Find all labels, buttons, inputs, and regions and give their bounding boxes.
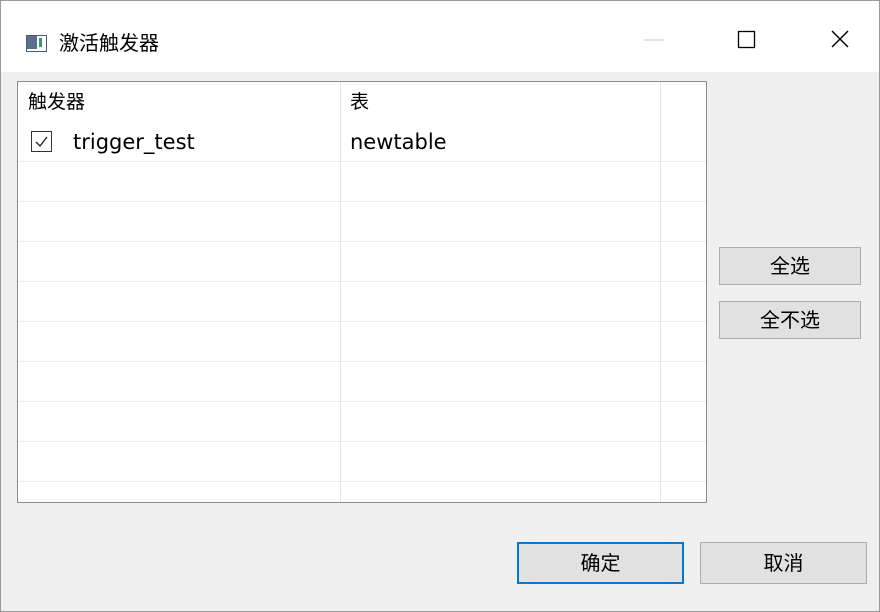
column-header-table[interactable]: 表 — [350, 88, 369, 116]
empty-row — [18, 202, 706, 242]
checkmark-icon — [35, 136, 48, 148]
maximize-button[interactable] — [722, 21, 768, 65]
ok-button[interactable]: 确定 — [517, 542, 684, 584]
minimize-icon — [644, 39, 664, 41]
empty-row — [18, 402, 706, 442]
select-none-button[interactable]: 全不选 — [719, 301, 861, 339]
column-header-trigger[interactable]: 触发器 — [28, 88, 85, 116]
close-icon — [831, 30, 849, 48]
empty-row — [18, 362, 706, 402]
minimize-button[interactable] — [631, 21, 677, 65]
trigger-table[interactable]: 触发器 表 trigger_test newtable — [17, 81, 707, 503]
window-title: 激活触发器 — [59, 31, 159, 55]
trigger-checkbox[interactable] — [31, 131, 52, 152]
trigger-dialog: 激活触发器 触发器 表 trigger_test newtable 全选 全不选… — [0, 0, 880, 612]
trigger-name-cell: trigger_test — [73, 130, 195, 154]
table-row[interactable]: trigger_test newtable — [18, 122, 706, 162]
close-button[interactable] — [816, 21, 862, 65]
maximize-icon — [737, 30, 756, 49]
empty-row — [18, 242, 706, 282]
select-all-button[interactable]: 全选 — [719, 247, 861, 285]
table-header: 触发器 表 — [18, 82, 706, 122]
cancel-button[interactable]: 取消 — [700, 542, 867, 584]
app-window-icon — [26, 35, 47, 52]
empty-row — [18, 162, 706, 202]
empty-row — [18, 322, 706, 362]
empty-row — [18, 442, 706, 482]
empty-row — [18, 282, 706, 322]
table-name-cell: newtable — [350, 130, 447, 154]
title-bar: 激活触发器 — [1, 1, 879, 72]
